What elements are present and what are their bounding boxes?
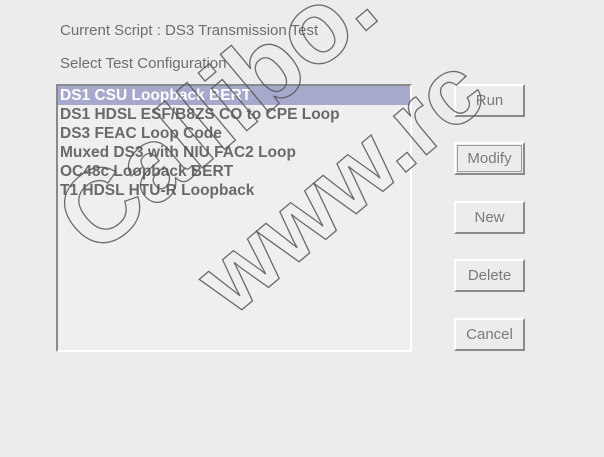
test-configuration-dialog: Current Script : DS3 Transmission Test S… <box>0 0 604 457</box>
run-button[interactable]: Run <box>454 84 525 117</box>
list-item[interactable]: DS3 FEAC Loop Code <box>58 124 410 143</box>
select-test-configuration-label: Select Test Configuration <box>60 55 227 72</box>
test-configuration-list: DS1 CSU Loopback BERT DS1 HDSL ESF/B8ZS … <box>58 86 410 200</box>
cancel-button[interactable]: Cancel <box>454 318 525 351</box>
list-item[interactable]: DS1 HDSL ESF/B8ZS CO to CPE Loop <box>58 105 410 124</box>
list-item[interactable]: Muxed DS3 with NIU FAC2 Loop <box>58 143 410 162</box>
list-item[interactable]: DS1 CSU Loopback BERT <box>58 86 410 105</box>
delete-button[interactable]: Delete <box>454 259 525 292</box>
test-configuration-listbox[interactable]: DS1 CSU Loopback BERT DS1 HDSL ESF/B8ZS … <box>56 84 412 352</box>
list-item[interactable]: OC48c Loopback BERT <box>58 162 410 181</box>
current-script-label: Current Script : DS3 Transmission Test <box>60 22 319 39</box>
new-button[interactable]: New <box>454 201 525 234</box>
modify-button[interactable]: Modify <box>454 142 525 175</box>
list-item[interactable]: T1 HDSL HTU-R Loopback <box>58 181 410 200</box>
